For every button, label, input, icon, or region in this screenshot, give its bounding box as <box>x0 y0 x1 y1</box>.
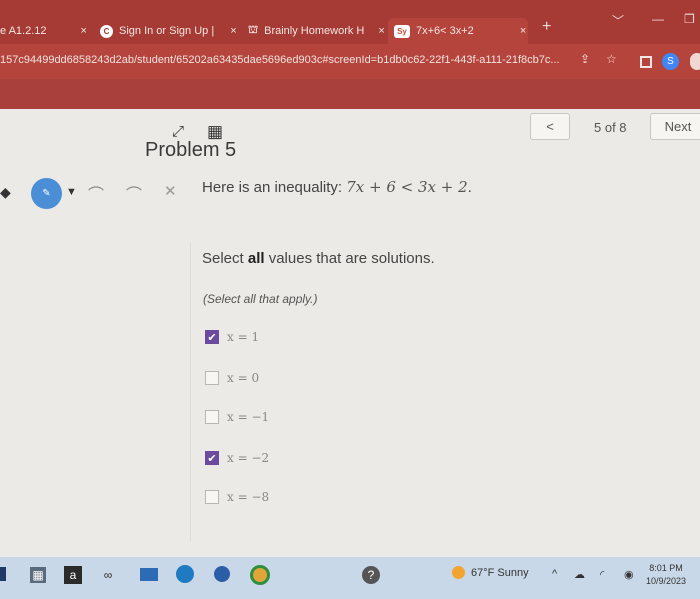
redo-icon[interactable]: ⌒ <box>126 181 142 205</box>
option-label: x = 0 <box>227 371 260 385</box>
question-suffix: . <box>467 179 472 196</box>
option-x-neg8[interactable]: x = −8 <box>205 490 269 504</box>
option-label: x = −2 <box>227 451 270 465</box>
c-logo-icon: C <box>100 24 113 38</box>
drawing-toolbar: ◆ ✎ ▼ ⌒ ⌒ ✕ <box>0 176 190 212</box>
chevron-up-icon[interactable]: ^ <box>552 568 557 580</box>
instruction-text: Select all values that are solutions. <box>202 250 435 267</box>
tab-label: Sign In or Sign Up | <box>119 25 215 37</box>
panel-divider <box>190 242 191 542</box>
option-x-0[interactable]: x = 0 <box>205 371 259 385</box>
tab-a1-2-12[interactable]: e A1.2.12 × <box>0 18 90 44</box>
inequality: 7x + 6 < 3x + 2 <box>346 178 468 196</box>
pen-icon[interactable]: ◆ <box>0 184 11 201</box>
wifi-icon[interactable]: ◜ <box>600 568 604 581</box>
expand-icon[interactable]: ⤢ <box>172 123 184 140</box>
next-button[interactable]: Next <box>650 113 700 140</box>
tab-label: e A1.2.12 <box>0 25 47 37</box>
select-hint: (Select all that apply.) <box>203 292 318 306</box>
question-text: Here is an inequality: 7x + 6 < 3x + 2. <box>202 178 472 196</box>
edge-browser-icon[interactable] <box>176 565 194 583</box>
highlighter-tool-icon[interactable]: ✎ <box>31 178 62 209</box>
tab-close-icon[interactable]: × <box>81 25 87 37</box>
instruction-post: values that are solutions. <box>264 250 435 267</box>
weather-widget[interactable]: 67°F Sunny <box>452 566 529 579</box>
system-clock[interactable]: 8:01 PM 10/9/2023 <box>646 562 686 588</box>
address-bar: 157c94499dd6858243d2ab/student/65202a634… <box>0 44 700 79</box>
volume-icon[interactable]: ◉ <box>624 568 634 581</box>
clock-date: 10/9/2023 <box>646 576 687 586</box>
app-icon[interactable] <box>214 566 230 582</box>
option-label: x = −1 <box>227 410 270 424</box>
tab-brainly[interactable]: ⛫ Brainly Homework H × <box>248 18 385 44</box>
problem-title: Problem 5 <box>145 139 237 161</box>
checkbox-checked[interactable]: ✔ <box>205 451 219 465</box>
checkbox[interactable] <box>205 410 219 424</box>
sun-icon <box>452 566 465 579</box>
file-explorer-icon[interactable]: ▦ <box>30 567 46 583</box>
browser-tab-strip: e A1.2.12 × C Sign In or Sign Up | × ⛫ B… <box>0 0 700 44</box>
undo-icon[interactable]: ⌒ <box>88 181 104 205</box>
star-icon[interactable]: ☆ <box>606 52 617 66</box>
previous-button[interactable]: < <box>530 113 570 140</box>
brainly-logo-icon: ⛫ <box>248 24 259 36</box>
tab-close-icon[interactable]: × <box>520 25 526 37</box>
option-label: x = −8 <box>227 490 270 504</box>
tab-inequality[interactable]: Sy 7x+6< 3x+2 × <box>388 18 528 44</box>
restore-icon[interactable]: ❐ <box>684 12 695 26</box>
clock-time: 8:01 PM <box>649 563 683 573</box>
instruction-bold: all <box>247 250 265 267</box>
tab-sign-in[interactable]: C Sign In or Sign Up | × <box>100 18 238 44</box>
extension-icon[interactable] <box>690 53 700 70</box>
chrome-icon[interactable] <box>250 565 270 585</box>
mail-icon[interactable] <box>140 568 158 581</box>
share-icon[interactable]: ⇪ <box>580 52 590 66</box>
chevron-down-icon[interactable]: ▼ <box>66 186 77 198</box>
infinity-app-icon[interactable]: ∞ <box>98 567 118 583</box>
help-icon[interactable]: ? <box>362 566 380 584</box>
option-x-neg2[interactable]: ✔ x = −2 <box>205 451 269 465</box>
option-label: x = 1 <box>227 330 260 344</box>
start-icon[interactable] <box>0 567 6 581</box>
instruction-pre: Select <box>202 250 248 267</box>
sidebar-icon[interactable] <box>640 56 652 68</box>
browser-toolbar-bottom <box>0 79 700 109</box>
option-x-neg1[interactable]: x = −1 <box>205 410 269 424</box>
tab-close-icon[interactable]: × <box>378 25 384 37</box>
checkbox[interactable] <box>205 490 219 504</box>
checkbox[interactable] <box>205 371 219 385</box>
network-icon[interactable]: ☁ <box>574 568 585 581</box>
weather-text: 67°F Sunny <box>471 566 529 579</box>
profile-avatar[interactable]: S <box>662 53 679 70</box>
tab-label: Brainly Homework H <box>264 25 365 37</box>
checkbox-checked[interactable]: ✔ <box>205 330 219 344</box>
minimize-icon[interactable]: — <box>652 12 664 26</box>
tab-close-icon[interactable]: × <box>230 25 236 37</box>
option-x-1[interactable]: ✔ x = 1 <box>205 330 259 344</box>
clear-icon[interactable]: ✕ <box>164 182 177 200</box>
url-field[interactable]: 157c94499dd6858243d2ab/student/65202a634… <box>0 54 560 66</box>
new-tab-button[interactable]: + <box>542 18 551 36</box>
tab-label: 7x+6< 3x+2 <box>416 25 474 37</box>
symbolab-logo-icon: Sy <box>394 24 410 38</box>
question-prefix: Here is an inequality: <box>202 179 347 196</box>
amazon-icon[interactable]: a <box>64 566 82 584</box>
page-position: 5 of 8 <box>594 120 627 135</box>
chevron-down-icon[interactable]: ﹀ <box>612 12 624 29</box>
